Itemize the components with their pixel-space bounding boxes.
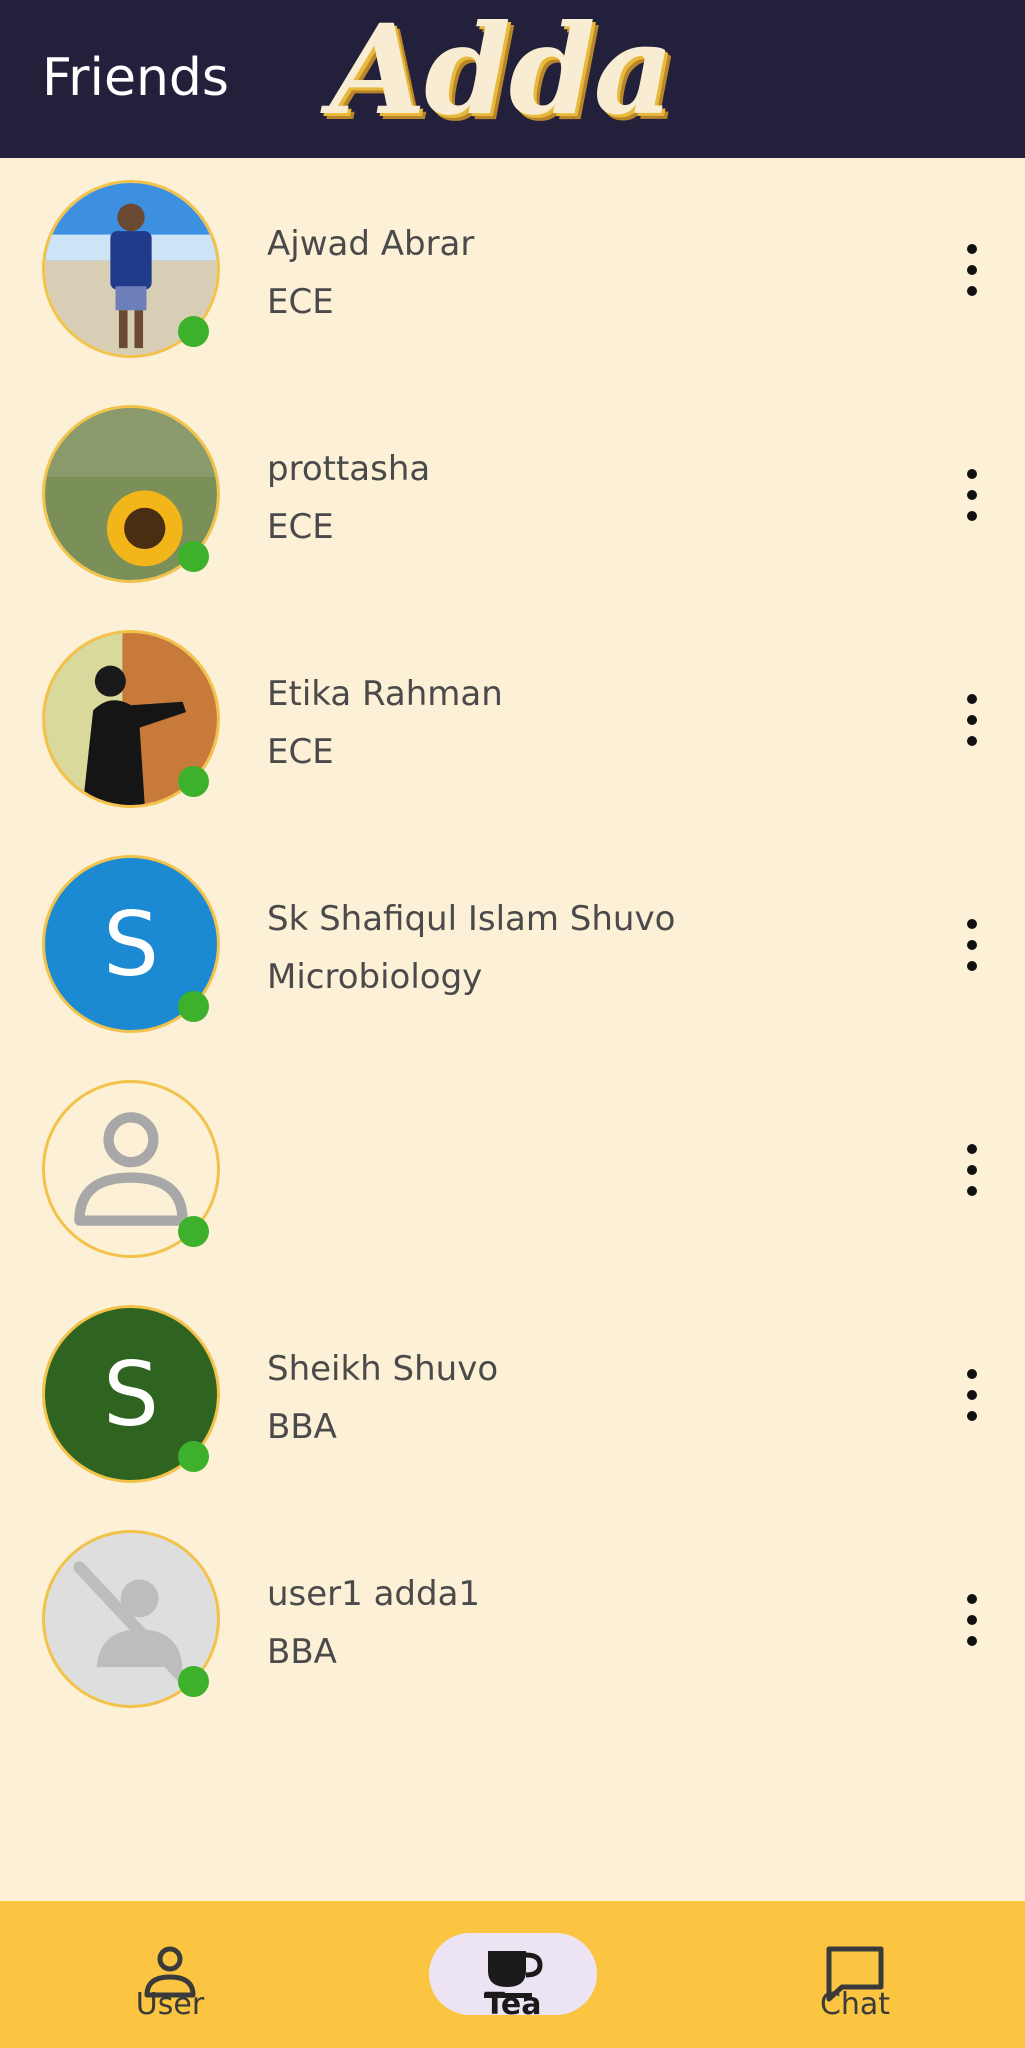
bottom-navigation: User Tea Chat (0, 1901, 1025, 2048)
online-status-dot (178, 316, 209, 347)
list-item[interactable]: prottasha ECE (0, 383, 1025, 608)
more-options-icon[interactable] (955, 469, 989, 521)
online-status-dot (178, 541, 209, 572)
tab-chat-label: Chat (819, 1987, 891, 2022)
tab-user-label: User (135, 1987, 205, 2022)
online-status-dot (178, 1216, 209, 1247)
brand-logo: Adda (330, 0, 674, 143)
app-header: Friends Adda (0, 0, 1025, 158)
friend-name: prottasha (267, 449, 431, 489)
friend-name: Ajwad Abrar (267, 224, 475, 264)
friend-department: ECE (267, 732, 334, 772)
friend-department: Microbiology (267, 957, 483, 997)
list-item[interactable]: S Sk Shafiqul Islam Shuvo Microbiology (0, 833, 1025, 1058)
friend-name: Sheikh Shuvo (267, 1349, 499, 1389)
friend-name: user1 adda1 (267, 1574, 481, 1614)
more-options-icon[interactable] (955, 1369, 989, 1421)
more-options-icon[interactable] (955, 1594, 989, 1646)
friend-department: BBA (267, 1407, 337, 1447)
tab-tea-label: Tea (484, 1987, 542, 2022)
list-item[interactable]: user1 adda1 BBA (0, 1508, 1025, 1733)
friend-name: Sk Shafiqul Islam Shuvo (267, 899, 676, 939)
friend-department: ECE (267, 507, 334, 547)
more-options-icon[interactable] (955, 1144, 989, 1196)
friend-department: BBA (267, 1632, 337, 1672)
more-options-icon[interactable] (955, 694, 989, 746)
list-item[interactable]: Etika Rahman ECE (0, 608, 1025, 833)
friend-department: ECE (267, 282, 334, 322)
more-options-icon[interactable] (955, 244, 989, 296)
friend-name: Etika Rahman (267, 674, 503, 714)
list-item[interactable] (0, 1058, 1025, 1283)
online-status-dot (178, 766, 209, 797)
online-status-dot (178, 1666, 209, 1697)
page-title: Friends (42, 48, 230, 108)
tab-chat[interactable]: Chat (755, 1901, 955, 2048)
list-item[interactable]: Ajwad Abrar ECE (0, 158, 1025, 383)
tab-user[interactable]: User (70, 1901, 270, 2048)
tab-tea[interactable]: Tea (413, 1901, 613, 2048)
online-status-dot (178, 1441, 209, 1472)
online-status-dot (178, 991, 209, 1022)
more-options-icon[interactable] (955, 919, 989, 971)
list-item[interactable]: S Sheikh Shuvo BBA (0, 1283, 1025, 1508)
